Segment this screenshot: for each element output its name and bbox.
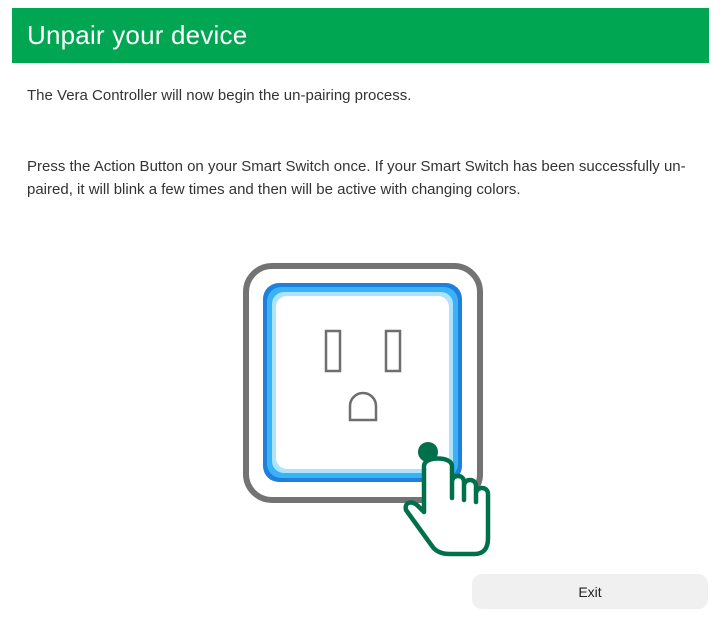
page-title: Unpair your device: [27, 20, 248, 50]
page-header: Unpair your device: [12, 8, 709, 63]
instruction-text: Press the Action Button on your Smart Sw…: [27, 158, 686, 198]
intro-text: The Vera Controller will now begin the u…: [27, 87, 412, 104]
exit-button[interactable]: Exit: [472, 574, 708, 609]
smart-switch-illustration: [236, 256, 498, 560]
